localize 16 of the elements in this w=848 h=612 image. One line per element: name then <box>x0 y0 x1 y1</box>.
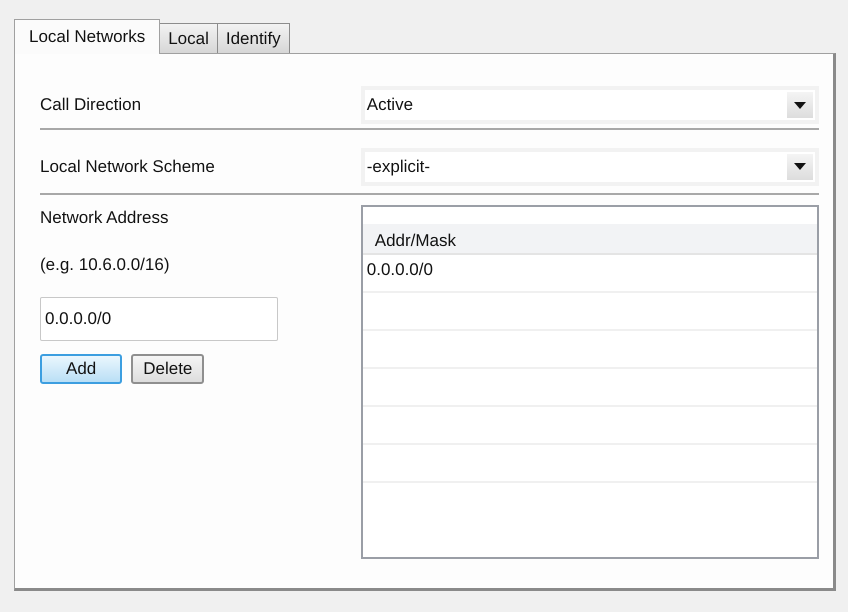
dropdown[interactable]: -explicit- <box>360 148 819 186</box>
field-label: Local Network Scheme <box>40 156 216 178</box>
button[interactable]: Delete <box>131 354 204 384</box>
caret-icon <box>787 154 813 180</box>
dropdown[interactable]: Active <box>360 86 819 124</box>
field-label: Call Direction <box>40 94 142 116</box>
input-field[interactable]: 0.0.0.0/0 <box>40 297 278 341</box>
hint-text: (e.g. 10.6.0.0/16) <box>40 254 170 272</box>
caret-icon <box>787 92 813 118</box>
tab[interactable]: Local Networks <box>14 19 160 54</box>
field-label: Network Address <box>40 207 170 225</box>
table-cell-text: 0.0.0.0/0 <box>366 259 433 281</box>
tab[interactable]: Identify <box>216 23 290 53</box>
column-header[interactable]: Addr/Mask <box>362 224 456 253</box>
tab[interactable]: Local <box>159 23 218 53</box>
button[interactable]: Add <box>40 354 122 384</box>
